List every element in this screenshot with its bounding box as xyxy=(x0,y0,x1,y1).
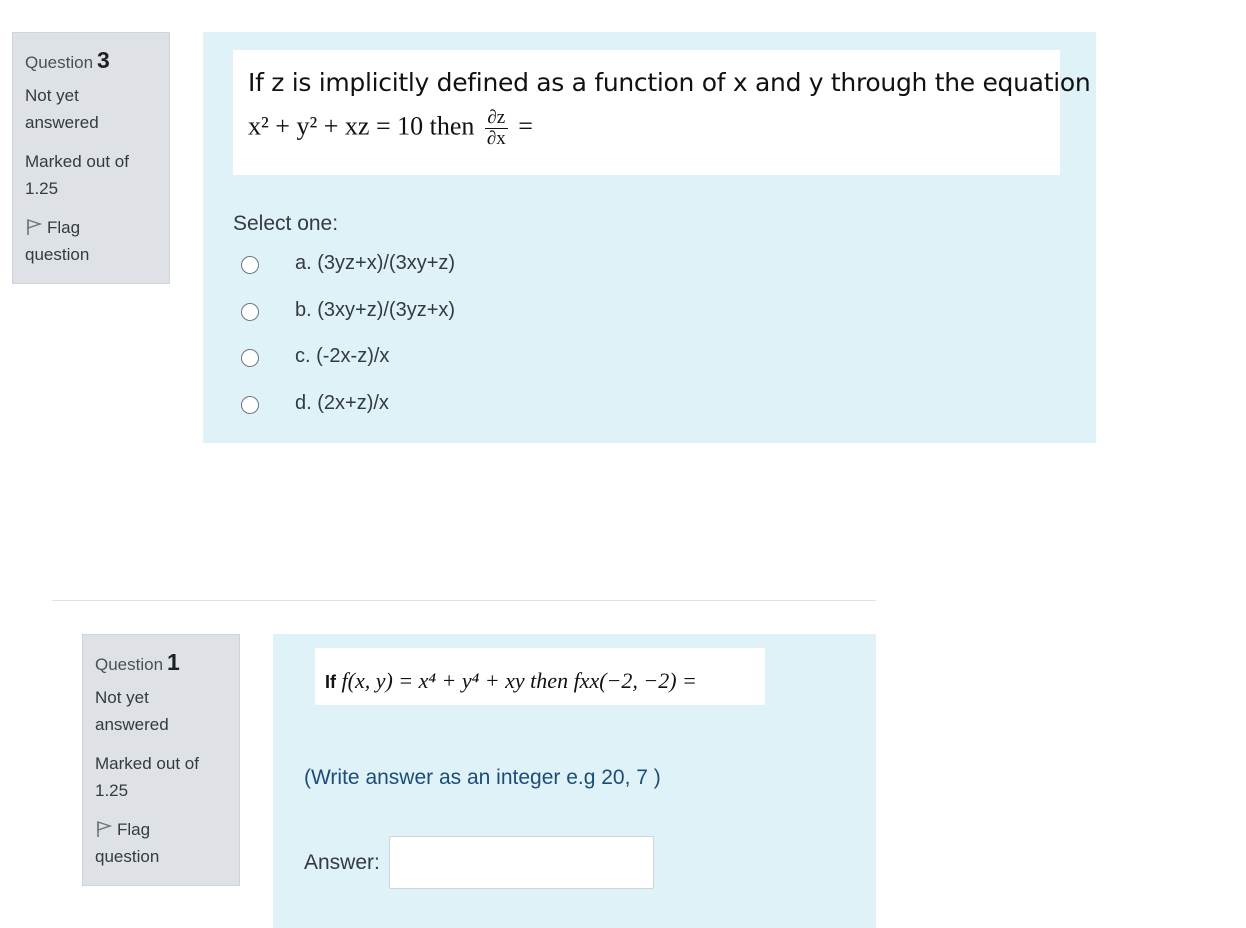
flag-label[interactable]: question xyxy=(25,241,157,268)
radio-button[interactable] xyxy=(241,303,259,321)
question-grade: Marked out of 1.25 xyxy=(25,148,157,202)
formula-expression: f(x, y) = x⁴ + y⁴ + xy then fxx(−2, −2) … xyxy=(341,668,697,693)
option-label[interactable]: a. (3yz+x)/(3xy+z) xyxy=(295,252,455,275)
question-content-1: If f(x, y) = x⁴ + y⁴ + xy then fxx(−2, −… xyxy=(273,634,876,928)
state-line: Not yet xyxy=(25,86,79,105)
flag-question-link[interactable]: Flag question xyxy=(95,816,227,870)
question-formula: If f(x, y) = x⁴ + y⁴ + xy then fxx(−2, −… xyxy=(325,668,697,694)
radio-button[interactable] xyxy=(241,396,259,414)
question-content-3: If z is implicitly defined as a function… xyxy=(203,32,1096,443)
fraction-denominator: ∂x xyxy=(486,128,506,149)
equation-left: x² + y² + xz = 10 then xyxy=(248,111,475,141)
option-label[interactable]: b. (3xy+z)/(3yz+x) xyxy=(295,299,455,322)
equation-right: = xyxy=(518,111,533,141)
flag-icon xyxy=(95,819,113,837)
answer-hint: (Write answer as an integer e.g 20, 7 ) xyxy=(304,766,661,789)
answer-label: Answer: xyxy=(304,851,380,874)
question-text-box: If f(x, y) = x⁴ + y⁴ + xy then fxx(−2, −… xyxy=(315,648,765,705)
flag-question-link[interactable]: Flag question xyxy=(25,214,157,268)
formula-if: If xyxy=(325,672,336,692)
question-text-box: If z is implicitly defined as a function… xyxy=(233,50,1091,175)
question-number: Question 1 xyxy=(95,649,227,678)
option-label[interactable]: d. (2x+z)/x xyxy=(295,392,389,415)
select-one-prompt: Select one: xyxy=(233,212,339,235)
question-state: Not yet answered xyxy=(95,684,227,738)
state-line: answered xyxy=(25,113,99,132)
question-number: Question 3 xyxy=(25,47,157,76)
state-line: Not yet xyxy=(95,688,149,707)
question-label: Question xyxy=(95,655,164,674)
radio-button[interactable] xyxy=(241,349,259,367)
partial-derivative-fraction: ∂z ∂x xyxy=(484,108,508,149)
answer-input[interactable] xyxy=(389,836,654,889)
question-label: Question xyxy=(25,53,94,72)
flag-icon xyxy=(25,217,43,235)
fraction-numerator: ∂z xyxy=(484,108,508,129)
question-info-1: Question 1 Not yet answered Marked out of… xyxy=(82,634,240,886)
question-info-3: Question 3 Not yet answered Marked out of… xyxy=(12,32,170,284)
grade-value: 1.25 xyxy=(25,179,59,198)
radio-button[interactable] xyxy=(241,256,259,274)
flag-label[interactable]: question xyxy=(95,843,227,870)
question-number-value: 3 xyxy=(97,47,110,73)
grade-line: Marked out of xyxy=(25,152,129,171)
option-label[interactable]: c. (-2x-z)/x xyxy=(295,345,389,368)
question-equation: x² + y² + xz = 10 then ∂z ∂x = xyxy=(248,108,533,149)
grade-line: Marked out of xyxy=(95,754,199,773)
question-divider xyxy=(52,600,876,601)
grade-value: 1.25 xyxy=(95,781,129,800)
state-line: answered xyxy=(95,715,169,734)
question-number-value: 1 xyxy=(167,649,180,675)
flag-label[interactable]: Flag xyxy=(47,218,80,237)
flag-label[interactable]: Flag xyxy=(117,820,150,839)
question-state: Not yet answered xyxy=(25,82,157,136)
question-grade: Marked out of 1.25 xyxy=(95,750,227,804)
question-text: If z is implicitly defined as a function… xyxy=(248,68,1091,97)
